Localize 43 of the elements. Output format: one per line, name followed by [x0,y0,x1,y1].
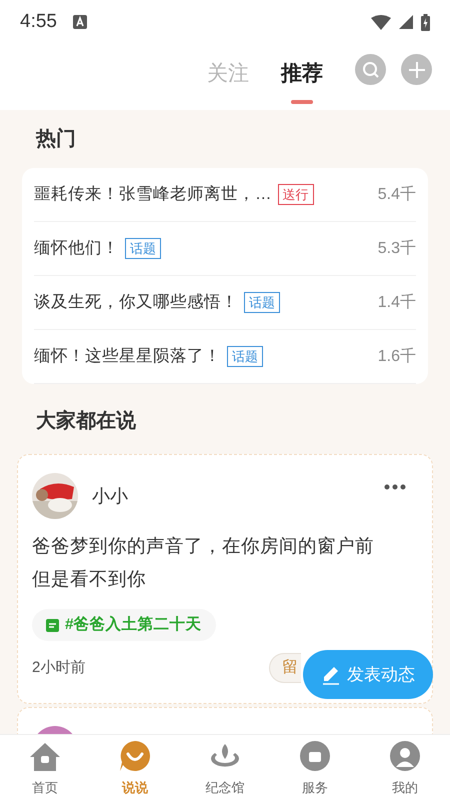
hot-topic-row[interactable]: 谈及生死，你又哪些感悟！ 话题 1.4千 [34,276,416,330]
nav-tab[interactable]: 服务 [270,735,360,800]
hot-topic-row[interactable]: 噩耗传来！张雪峰老师离世，… 送行 5.4千 [34,168,416,222]
home-icon [29,742,61,772]
plus-icon [408,60,426,78]
topic-tag: 话题 [125,238,161,259]
battery-icon [421,14,430,30]
note-icon [46,618,59,632]
profile-icon [389,740,421,772]
nav-tab[interactable]: 纪念馆 [180,735,270,800]
nav-tab[interactable]: 我的 [360,735,450,800]
topic-chip[interactable]: #爸爸入土第二十天 [32,609,216,641]
search-button[interactable] [355,54,386,85]
topic-title: 缅怀他们！ [34,238,119,260]
heat-count: 5.4千 [378,184,416,204]
topic-tag: 话题 [244,292,280,313]
wifi-icon [371,14,391,30]
smile-bubble-icon [119,740,151,772]
author-name: 小小 [92,484,128,508]
hot-topic-row[interactable]: 缅怀！这些星星陨落了！ 话题 1.6千 [34,330,416,384]
section-title: 热门 [34,126,77,152]
post-text: 爸爸梦到你的声音了，在你房间的窗户前但是看不到你 [32,534,374,591]
service-icon [299,740,331,772]
topic-tag: 话题 [227,346,263,367]
topic-tag: 送行 [278,184,314,205]
topic-title: 谈及生死，你又哪些感悟！ [34,292,238,314]
topic-title: 缅怀！这些星星陨落了！ [34,346,221,368]
topic-title: 噩耗传来！张雪峰老师离世，… [34,184,272,206]
more-icon[interactable] [384,484,406,490]
nav-tab[interactable]: 首页 [0,735,90,800]
heat-count: 1.6千 [378,346,416,366]
section-title: 大家都在说 [35,408,137,434]
pencil-icon [321,664,341,684]
search-icon [362,60,380,78]
signal-icon [399,15,413,29]
heat-count: 1.4千 [378,292,416,312]
post-time: 2小时前 [32,658,86,678]
heat-count: 5.3千 [378,238,416,258]
feed-tab[interactable]: 推荐 [281,58,323,104]
notification-icon [72,15,87,29]
status-time: 4:55 [20,10,57,34]
hot-topic-row[interactable]: 缅怀他们！ 话题 5.3千 [34,222,416,276]
add-button[interactable] [401,54,432,85]
